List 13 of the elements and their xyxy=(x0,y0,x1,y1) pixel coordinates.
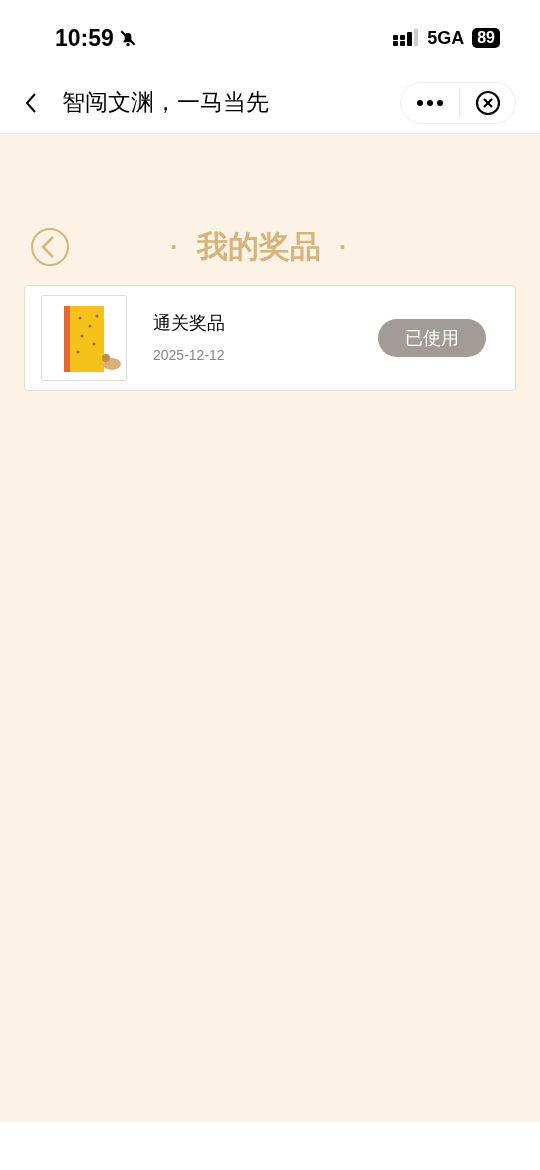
decor-dot: · xyxy=(338,230,348,264)
prize-date: 2025-12-12 xyxy=(153,346,226,365)
status-time: 10:59 xyxy=(55,23,114,53)
battery-indicator: 89 xyxy=(472,28,500,48)
page-title: 智闯文渊，一马当先 xyxy=(62,88,270,118)
more-icon[interactable] xyxy=(417,99,443,106)
prize-name: 通关奖品 xyxy=(153,312,226,335)
network-label: 5GA xyxy=(427,26,465,50)
decor-dot: · xyxy=(170,230,179,264)
signal-icon xyxy=(393,29,420,47)
close-icon[interactable] xyxy=(475,89,501,116)
section-title: 我的奖品 xyxy=(196,227,321,266)
status-button[interactable]: 已使用 xyxy=(378,319,486,357)
